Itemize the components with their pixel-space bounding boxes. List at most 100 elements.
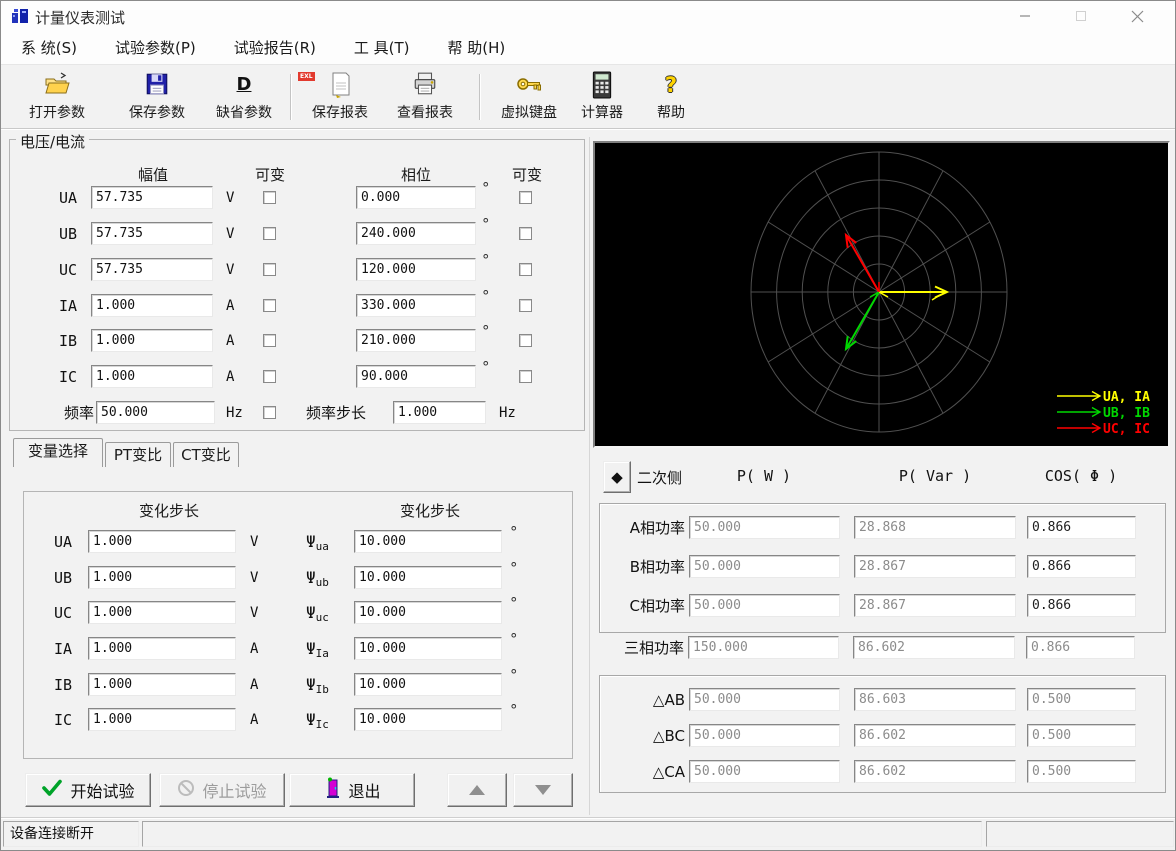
- amplitude-header: 幅值: [111, 164, 195, 185]
- start-test-button[interactable]: 开始试验: [25, 773, 151, 807]
- psi-label: Ψua: [306, 530, 350, 556]
- uc-amp-variable-checkbox[interactable]: [263, 263, 276, 276]
- ic-amp-variable-checkbox[interactable]: [263, 370, 276, 383]
- calculator-icon: [567, 71, 637, 101]
- frequency-step-input[interactable]: [393, 401, 486, 424]
- ua-amplitude-input[interactable]: [91, 186, 213, 209]
- secondary-side-label: 二次侧: [637, 467, 682, 488]
- tab-pt-ratio[interactable]: PT变比: [105, 442, 171, 467]
- ic-phase-input[interactable]: [356, 365, 476, 388]
- psi-uc-step-input[interactable]: [354, 601, 502, 624]
- phase-b-q-field: [854, 555, 1016, 578]
- scroll-up-button[interactable]: [447, 773, 507, 807]
- tab-variable-select[interactable]: 变量选择: [13, 438, 103, 467]
- frequency-variable-checkbox[interactable]: [263, 406, 276, 419]
- minimize-button[interactable]: [997, 1, 1053, 31]
- ub-amp-variable-checkbox[interactable]: [263, 227, 276, 240]
- tab-ct-ratio[interactable]: CT变比: [173, 442, 239, 467]
- step-unit: V: [250, 566, 258, 590]
- ua-amp-variable-checkbox[interactable]: [263, 191, 276, 204]
- stop-icon: [177, 779, 195, 801]
- degree-symbol: °: [510, 523, 518, 541]
- ib-amplitude-input[interactable]: [91, 329, 213, 352]
- ia-phase-input[interactable]: [356, 294, 476, 317]
- psi-ia-step-input[interactable]: [354, 637, 502, 660]
- uc-phase-input[interactable]: [356, 258, 476, 281]
- three-phase-power-row: 三相功率: [599, 636, 1166, 660]
- open-folder-icon: [13, 71, 101, 101]
- exl-badge: EXL: [298, 72, 315, 81]
- secondary-side-marker-button[interactable]: ◆: [603, 461, 631, 493]
- menu-help[interactable]: 帮 助(H): [438, 33, 516, 62]
- menu-tools[interactable]: 工 具(T): [344, 33, 420, 62]
- degree-symbol: °: [510, 594, 518, 612]
- maximize-button[interactable]: [1053, 1, 1109, 31]
- ia-step-input[interactable]: [88, 637, 236, 660]
- toolbar-view-report-button[interactable]: 查看报表: [381, 69, 469, 126]
- scroll-down-button[interactable]: [513, 773, 573, 807]
- up-arrow-icon: [469, 785, 485, 795]
- title-bar: 计量仪表测试: [1, 1, 1175, 31]
- degree-symbol: °: [510, 630, 518, 648]
- p-var-header: P( Var ): [885, 467, 985, 485]
- toolbar-save-report-button[interactable]: EXL 保存报表: [296, 69, 384, 126]
- toolbar-label: 帮助: [641, 102, 701, 122]
- delta-bc-p-field: [689, 724, 840, 747]
- uc-phase-variable-checkbox[interactable]: [519, 263, 532, 276]
- psi-ub-step-input[interactable]: [354, 566, 502, 589]
- ia-amplitude-input[interactable]: [91, 294, 213, 317]
- ia-amp-variable-checkbox[interactable]: [263, 299, 276, 312]
- toolbar-help-button[interactable]: ? 帮助: [641, 69, 701, 126]
- ib-step-input[interactable]: [88, 673, 236, 696]
- total-cos-field: [1026, 636, 1135, 659]
- frequency-input[interactable]: [96, 401, 215, 424]
- toolbar-label: 保存报表: [296, 102, 384, 122]
- degree-symbol: °: [482, 358, 490, 376]
- step-row: UB V Ψub °: [24, 566, 572, 590]
- ic-step-input[interactable]: [88, 708, 236, 731]
- help-icon: ?: [641, 71, 701, 101]
- close-button[interactable]: [1109, 1, 1165, 31]
- down-arrow-icon: [535, 785, 551, 795]
- status-divider: [1, 817, 1175, 818]
- step-unit: A: [250, 637, 258, 661]
- stop-test-button[interactable]: 停止试验: [159, 773, 285, 807]
- status-text: 设备连接断开: [10, 826, 94, 842]
- ub-amplitude-input[interactable]: [91, 222, 213, 245]
- vc-row-ub: UB V °: [10, 222, 584, 246]
- variable-header: 可变: [496, 164, 558, 185]
- ib-phase-variable-checkbox[interactable]: [519, 334, 532, 347]
- ic-amplitude-input[interactable]: [91, 365, 213, 388]
- psi-label: Ψuc: [306, 601, 350, 627]
- ic-phase-variable-checkbox[interactable]: [519, 370, 532, 383]
- phase-b-p-field: [689, 555, 840, 578]
- vector-uc: [846, 235, 879, 292]
- menu-system[interactable]: 系 统(S): [11, 33, 87, 62]
- psi-ua-step-input[interactable]: [354, 530, 502, 553]
- exit-button[interactable]: 退出: [289, 773, 415, 807]
- ua-step-input[interactable]: [88, 530, 236, 553]
- ib-phase-input[interactable]: [356, 329, 476, 352]
- ua-phase-variable-checkbox[interactable]: [519, 191, 532, 204]
- psi-ib-step-input[interactable]: [354, 673, 502, 696]
- ia-phase-variable-checkbox[interactable]: [519, 299, 532, 312]
- uc-step-input[interactable]: [88, 601, 236, 624]
- ib-amp-variable-checkbox[interactable]: [263, 334, 276, 347]
- toolbar-save-params-button[interactable]: 保存参数: [113, 69, 201, 126]
- ub-step-input[interactable]: [88, 566, 236, 589]
- ua-phase-input[interactable]: [356, 186, 476, 209]
- menu-test-report[interactable]: 试验报告(R): [224, 33, 326, 62]
- frequency-unit: Hz: [226, 401, 243, 425]
- toolbar-open-params-button[interactable]: 打开参数: [13, 69, 101, 126]
- ub-phase-input[interactable]: [356, 222, 476, 245]
- toolbar-default-params-button[interactable]: D 缺省参数: [200, 69, 288, 126]
- ub-phase-variable-checkbox[interactable]: [519, 227, 532, 240]
- menu-test-params[interactable]: 试验参数(P): [105, 33, 206, 62]
- toolbar-calculator-button[interactable]: 计算器: [567, 69, 637, 126]
- degree-symbol: °: [482, 215, 490, 233]
- phase-header: 相位: [374, 164, 458, 185]
- toolbar-virtual-keyboard-button[interactable]: 虚拟键盘: [485, 69, 573, 126]
- psi-ic-step-input[interactable]: [354, 708, 502, 731]
- degree-symbol: °: [482, 322, 490, 340]
- uc-amplitude-input[interactable]: [91, 258, 213, 281]
